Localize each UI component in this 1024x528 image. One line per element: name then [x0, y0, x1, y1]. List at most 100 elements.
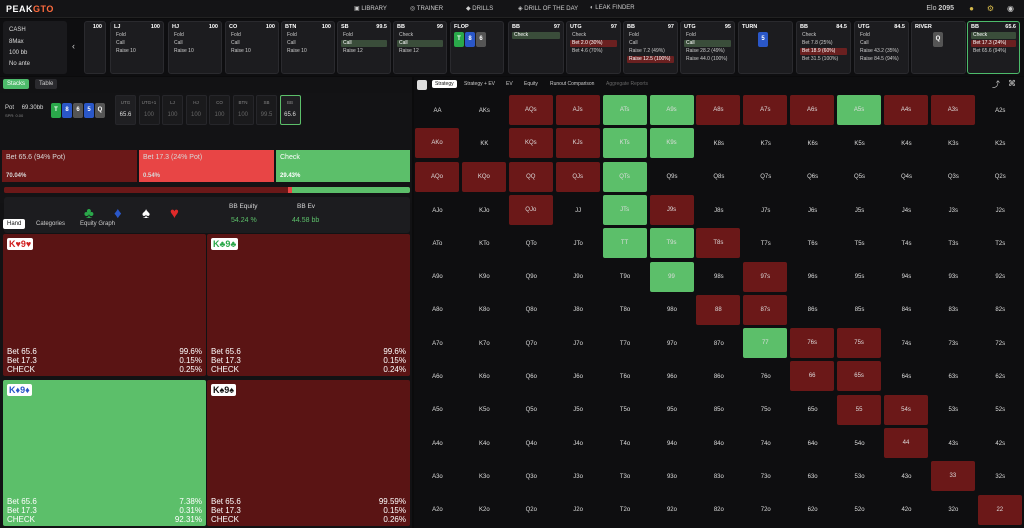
action-option[interactable]: Fold — [858, 32, 905, 39]
grid-cell[interactable]: 87o — [695, 327, 742, 360]
grid-cell[interactable]: 94s — [883, 261, 930, 294]
card-sb[interactable]: SB 99.5 Fold Call Raise 12 — [337, 21, 391, 74]
grid-cell[interactable]: 76s — [790, 328, 835, 359]
seat-utg+1[interactable]: UTG+1 100 — [138, 95, 160, 125]
tab-equity-graph[interactable]: Equity Graph — [76, 219, 119, 229]
grid-cell[interactable]: 76o — [742, 360, 789, 393]
grid-cell[interactable]: A5s — [837, 95, 882, 125]
grid-cell[interactable]: Q9s — [649, 161, 696, 194]
grid-cell[interactable]: 32s — [977, 460, 1024, 493]
tab-equity[interactable]: Equity — [524, 81, 538, 87]
grid-cell[interactable]: T9s — [649, 228, 694, 259]
grid-cell[interactable]: K6o — [461, 360, 508, 393]
grid-cell[interactable]: 85s — [836, 294, 883, 327]
grid-cell[interactable]: 96s — [789, 261, 836, 294]
grid-cell[interactable]: 74s — [883, 327, 930, 360]
action-option[interactable]: Check — [570, 32, 617, 39]
grid-cell[interactable]: 43s — [930, 427, 977, 460]
grid-cell[interactable]: 53s — [930, 394, 977, 427]
grid-cell[interactable]: JTs — [602, 194, 647, 225]
grid-cell[interactable]: Q6o — [508, 360, 555, 393]
action-check[interactable]: Check 29.43% — [276, 150, 410, 182]
grid-cell[interactable]: 62s — [977, 360, 1024, 393]
action-option[interactable]: Fold — [285, 32, 331, 39]
tab-runout-comparison[interactable]: Runout Comparison — [550, 81, 594, 87]
action-option[interactable]: Fold — [341, 32, 387, 39]
grid-cell[interactable]: 83s — [930, 294, 977, 327]
nav-leak-finder[interactable]: ◐ LEAK FINDER — [590, 5, 635, 11]
card-flop[interactable]: FLOP T 8 6 — [450, 21, 504, 74]
grid-cell[interactable]: 75o — [742, 394, 789, 427]
card-hj[interactable]: HJ 100 Fold Call Raise 10 — [168, 21, 222, 74]
grid-cell[interactable]: Q5o — [508, 394, 555, 427]
action-option[interactable]: Call — [341, 40, 387, 47]
settings-icon[interactable]: ⚙ — [987, 4, 994, 13]
grid-cell[interactable]: A6o — [414, 360, 461, 393]
grid-cell[interactable]: AJo — [414, 194, 461, 227]
coin-icon[interactable]: ● — [969, 4, 974, 13]
grid-cell[interactable]: K5s — [836, 127, 883, 160]
grid-cell[interactable]: KTo — [461, 227, 508, 260]
action-option[interactable]: Call — [684, 40, 731, 47]
grid-cell[interactable]: 75s — [837, 328, 882, 359]
grid-cell[interactable]: A5o — [414, 394, 461, 427]
grid-cell[interactable]: QTo — [508, 227, 555, 260]
tab-table[interactable]: Table — [35, 79, 58, 89]
card-bb[interactable]: BB 65.6 Check Bet 17.3 (24%) Bet 65.6 (94%) — [967, 21, 1020, 74]
grid-cell[interactable]: A2s — [977, 94, 1024, 127]
grid-cell[interactable]: J9s — [649, 194, 694, 225]
action-option[interactable]: Raise 84.5 (94%) — [858, 56, 905, 63]
action-option[interactable]: Bet 2.0 (30%) — [570, 40, 617, 47]
grid-cell[interactable]: 66 — [790, 361, 835, 392]
grid-cell[interactable]: A2o — [414, 494, 461, 527]
grid-cell[interactable]: A7s — [743, 95, 788, 125]
grid-cell[interactable]: 86s — [789, 294, 836, 327]
action-option[interactable]: Call — [627, 40, 674, 47]
grid-cell[interactable]: TT — [602, 228, 647, 259]
action-option[interactable]: Call — [229, 40, 275, 47]
nav-drills[interactable]: ◆ DRILLS — [466, 5, 493, 12]
app-logo[interactable]: PEAKGTO — [6, 4, 54, 14]
grid-cell[interactable]: 77 — [743, 328, 788, 359]
action-option[interactable]: Raise 10 — [172, 48, 218, 55]
grid-cell[interactable]: A3o — [414, 460, 461, 493]
seat-co[interactable]: CO 100 — [209, 95, 230, 125]
grid-cell[interactable]: 99 — [649, 261, 694, 292]
gamepad-icon[interactable]: ⌘ — [1008, 79, 1016, 88]
grid-cell[interactable]: K6s — [789, 127, 836, 160]
grid-cell[interactable]: J2s — [977, 194, 1024, 227]
grid-cell[interactable]: 55 — [837, 394, 882, 425]
grid-cell[interactable]: J4s — [883, 194, 930, 227]
grid-cell[interactable]: 93o — [649, 460, 696, 493]
action-option[interactable]: Raise 10 — [114, 48, 160, 55]
grid-cell[interactable]: 93s — [930, 261, 977, 294]
grid-cell[interactable]: 97o — [649, 327, 696, 360]
grid-cell[interactable]: J2o — [555, 494, 602, 527]
grid-cell[interactable]: J6o — [555, 360, 602, 393]
grid-cell[interactable]: J5o — [555, 394, 602, 427]
action-option[interactable]: Fold — [684, 32, 731, 39]
grid-cell[interactable]: Q5s — [836, 161, 883, 194]
grid-cell[interactable]: T6s — [789, 227, 836, 260]
grid-cell[interactable]: J8o — [555, 294, 602, 327]
grid-cell[interactable]: A8o — [414, 294, 461, 327]
grid-cell[interactable]: A8s — [696, 95, 741, 125]
grid-cell[interactable]: 52s — [977, 394, 1024, 427]
tab-strategy[interactable]: Strategy — [432, 80, 457, 88]
action-option[interactable]: Raise 28.2 (49%) — [684, 48, 731, 55]
action-option[interactable]: Call — [858, 40, 905, 47]
card-bb[interactable]: BB 97 Check — [508, 21, 564, 74]
action-option[interactable]: Bet 31.5 (100%) — [800, 56, 847, 63]
tab-strategy-ev[interactable]: Strategy + EV — [464, 81, 495, 87]
grid-cell[interactable]: J6s — [789, 194, 836, 227]
grid-cell[interactable]: Q7s — [742, 161, 789, 194]
grid-cell[interactable]: 72s — [977, 327, 1024, 360]
seat-hj[interactable]: HJ 100 — [185, 95, 207, 125]
grid-cell[interactable]: KQo — [461, 161, 506, 192]
grid-cell[interactable]: QJs — [555, 161, 600, 192]
card-utg[interactable]: UTG 95 Fold Call Raise 28.2 (49%) Raise 44.0 … — [680, 21, 735, 74]
action-option[interactable]: Call — [114, 40, 160, 47]
action-option[interactable]: Raise 44.0 (100%) — [684, 56, 731, 63]
grid-cell[interactable]: A4o — [414, 427, 461, 460]
action-option[interactable]: Raise 7.2 (49%) — [627, 48, 674, 55]
